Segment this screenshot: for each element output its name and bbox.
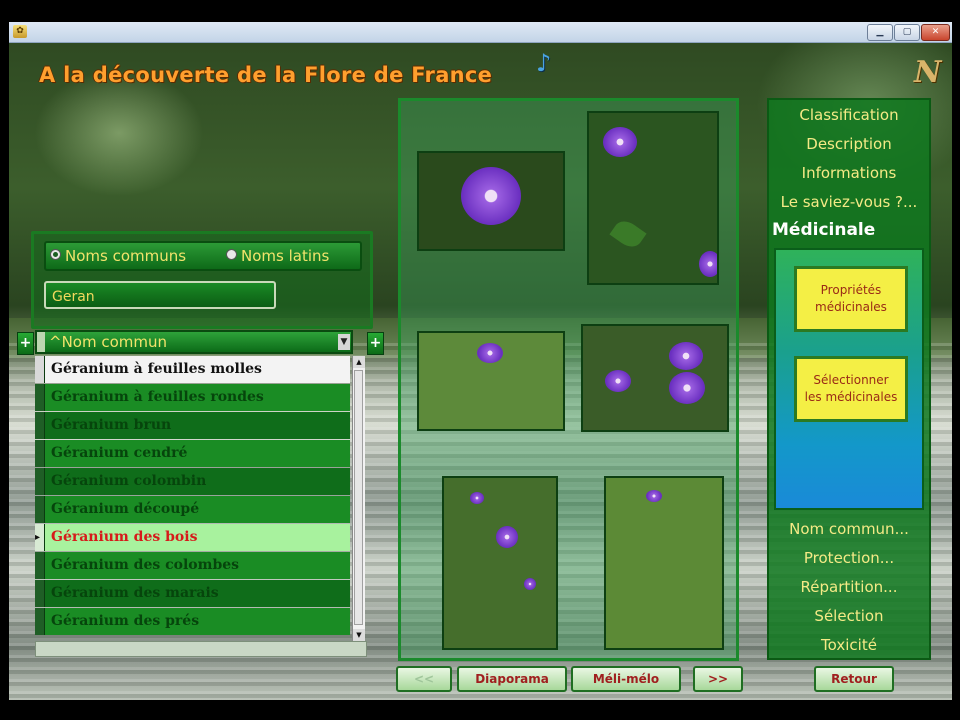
radio-dot-icon bbox=[50, 249, 61, 260]
sort-icon[interactable]: ▼ bbox=[338, 334, 350, 350]
app-background: A la découverte de la Flore de France ♪ … bbox=[9, 43, 952, 700]
list-footer bbox=[35, 641, 367, 657]
flower-photo-4[interactable] bbox=[581, 324, 729, 432]
add-right-button[interactable]: + bbox=[367, 332, 384, 355]
close-icon[interactable]: ✕ bbox=[921, 24, 950, 41]
meli-melo-button[interactable]: Méli-mélo bbox=[571, 666, 681, 692]
list-item[interactable]: Géranium cendré bbox=[35, 440, 350, 467]
name-type-radio-group: Noms communs Noms latins bbox=[44, 241, 362, 271]
flower-photo-6[interactable] bbox=[604, 476, 724, 650]
next-button[interactable]: >> bbox=[693, 666, 743, 692]
sidebar-item-le-saviez-vous[interactable]: Le saviez-vous ?... bbox=[769, 193, 929, 211]
list-item-selected[interactable]: Géranium des bois bbox=[35, 524, 350, 551]
radio-common-label: Noms communs bbox=[65, 247, 187, 265]
medicinal-properties-line2: médicinales bbox=[815, 300, 887, 314]
add-left-button[interactable]: + bbox=[17, 332, 34, 355]
list-item[interactable]: Géranium à feuilles molles bbox=[35, 356, 350, 383]
maximize-icon[interactable]: ▢ bbox=[894, 24, 920, 41]
flower-photo-3[interactable] bbox=[417, 331, 565, 431]
app-logo: N bbox=[914, 55, 942, 90]
retour-button[interactable]: Retour bbox=[814, 666, 894, 692]
sidebar-item-informations[interactable]: Informations bbox=[769, 164, 929, 182]
sidebar-item-protection[interactable]: Protection... bbox=[769, 549, 929, 567]
row-selector-header bbox=[37, 332, 45, 352]
sidebar-item-repartition[interactable]: Répartition... bbox=[769, 578, 929, 596]
radio-latin-label: Noms latins bbox=[241, 247, 330, 265]
list-item[interactable]: Géranium des colombes bbox=[35, 552, 350, 579]
list-item[interactable]: Géranium colombin bbox=[35, 468, 350, 495]
scroll-down-icon[interactable]: ▼ bbox=[353, 629, 365, 641]
music-note-icon[interactable]: ♪ bbox=[536, 49, 551, 77]
radio-latin-names[interactable]: Noms latins bbox=[226, 247, 329, 265]
column-header-label: ^Nom commun bbox=[49, 333, 168, 351]
medicinal-properties-button[interactable]: Propriétés médicinales bbox=[794, 266, 908, 332]
info-sidebar: Classification Description Informations … bbox=[767, 98, 931, 660]
app-title: A la découverte de la Flore de France bbox=[39, 63, 493, 87]
medicinal-properties-line1: Propriétés bbox=[820, 283, 882, 297]
sidebar-item-description[interactable]: Description bbox=[769, 135, 929, 153]
list-item[interactable]: Géranium découpé bbox=[35, 496, 350, 523]
sidebar-item-classification[interactable]: Classification bbox=[769, 106, 929, 124]
flower-photo-2[interactable] bbox=[587, 111, 719, 285]
list-item[interactable]: Géranium des marais bbox=[35, 580, 350, 607]
scroll-thumb[interactable] bbox=[354, 370, 363, 625]
species-list: Géranium à feuilles molles Géranium à fe… bbox=[35, 356, 352, 641]
list-item[interactable]: Géranium des prés bbox=[35, 608, 350, 635]
flower-photo-1[interactable] bbox=[417, 151, 565, 251]
search-input[interactable]: Geran bbox=[44, 281, 276, 309]
list-scrollbar[interactable]: ▲ ▼ bbox=[352, 356, 365, 641]
photo-gallery bbox=[398, 98, 739, 661]
sidebar-item-toxicite[interactable]: Toxicité bbox=[769, 636, 929, 654]
app-icon: ✿ bbox=[13, 25, 27, 38]
flower-photo-5[interactable] bbox=[442, 476, 558, 650]
window-titlebar: ✿ ▁ ▢ ✕ bbox=[9, 22, 952, 43]
prev-button[interactable]: << bbox=[396, 666, 452, 692]
list-column-header[interactable]: ^Nom commun ▼ bbox=[35, 330, 353, 354]
radio-common-names[interactable]: Noms communs bbox=[50, 247, 186, 265]
radio-dot-icon bbox=[226, 249, 237, 260]
sidebar-item-selection[interactable]: Sélection bbox=[769, 607, 929, 625]
sidebar-item-medicinale[interactable]: Médicinale bbox=[769, 220, 932, 240]
list-item[interactable]: Géranium brun bbox=[35, 412, 350, 439]
select-medicinal-button[interactable]: Sélectionner les médicinales bbox=[794, 356, 908, 422]
select-medicinal-line2: les médicinales bbox=[804, 390, 898, 404]
search-panel: Noms communs Noms latins Geran bbox=[31, 231, 373, 329]
sidebar-item-nom-commun[interactable]: Nom commun... bbox=[769, 520, 929, 538]
list-item[interactable]: Géranium à feuilles rondes bbox=[35, 384, 350, 411]
minimize-icon[interactable]: ▁ bbox=[867, 24, 893, 41]
select-medicinal-line1: Sélectionner bbox=[813, 373, 889, 387]
medicinal-panel: Propriétés médicinales Sélectionner les mé… bbox=[774, 248, 924, 510]
scroll-up-icon[interactable]: ▲ bbox=[353, 356, 365, 368]
diaporama-button[interactable]: Diaporama bbox=[457, 666, 567, 692]
